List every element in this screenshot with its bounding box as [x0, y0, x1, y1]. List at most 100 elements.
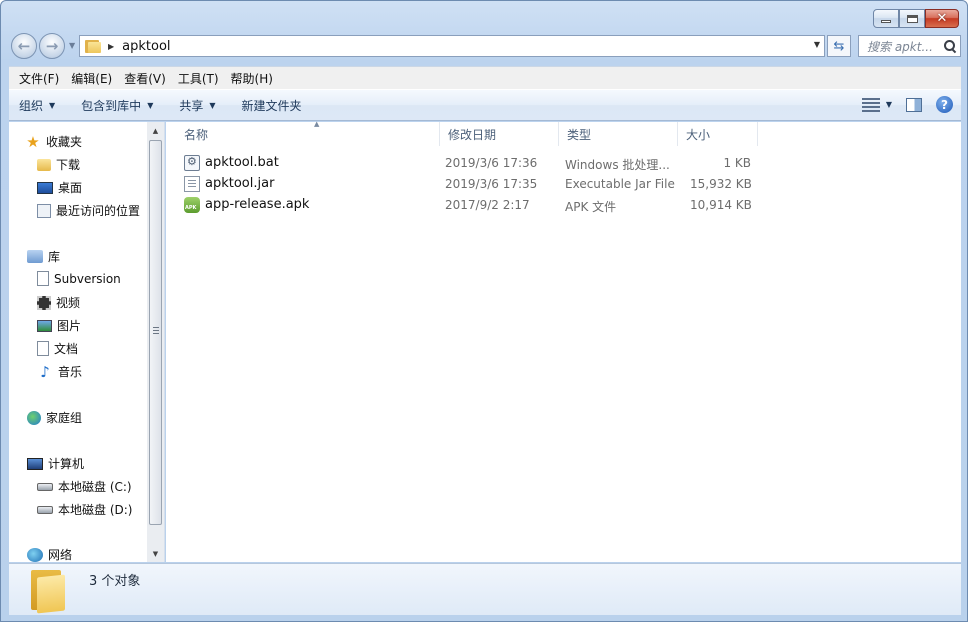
folder-icon: [85, 39, 101, 53]
column-header-type[interactable]: 类型: [559, 122, 678, 146]
file-row[interactable]: app-release.apk 2017/9/2 2:17 APK 文件 10,…: [166, 195, 756, 216]
column-header-name[interactable]: 名称 ▲: [176, 120, 440, 146]
share-button[interactable]: 共享 ▼: [179, 97, 215, 114]
chevron-down-icon: ▼: [49, 100, 56, 110]
apk-file-icon: [184, 197, 200, 213]
forward-button[interactable]: →: [39, 33, 65, 59]
file-name: app-release.apk: [205, 197, 310, 212]
include-in-library-button[interactable]: 包含到库中 ▼: [81, 97, 153, 114]
column-header-date[interactable]: 修改日期: [440, 122, 559, 146]
file-date: 2017/9/2 2:17: [445, 198, 530, 212]
minimize-button[interactable]: [873, 9, 899, 28]
nav-pictures[interactable]: 图片: [37, 317, 81, 334]
organize-button[interactable]: 组织 ▼: [19, 97, 55, 114]
caption-buttons: ✕: [873, 9, 959, 28]
search-placeholder: 搜索 apkt...: [867, 39, 933, 54]
chevron-down-icon: ▼: [209, 100, 216, 110]
close-icon: ✕: [936, 11, 948, 26]
close-button[interactable]: ✕: [925, 9, 959, 28]
search-icon[interactable]: [944, 40, 956, 52]
back-button[interactable]: ←: [11, 33, 37, 59]
nav-drive-c-label: 本地磁盘 (C:): [58, 480, 132, 494]
nav-libraries[interactable]: 库: [27, 248, 60, 265]
drive-icon: [37, 505, 53, 514]
nav-favorites-label: 收藏夹: [46, 135, 83, 149]
preview-pane-icon[interactable]: [906, 97, 922, 112]
breadcrumb-apktool[interactable]: apktool: [122, 39, 170, 54]
file-row[interactable]: apktool.bat 2019/3/6 17:36 Windows 批处理..…: [166, 153, 756, 174]
address-bar[interactable]: ▶ apktool ▼: [79, 35, 825, 57]
nav-homegroup-label: 家庭组: [46, 411, 83, 425]
recent-pages-dropdown-icon[interactable]: ▼: [69, 41, 75, 50]
file-name: apktool.jar: [205, 176, 275, 191]
file-date: 2019/3/6 17:35: [445, 177, 538, 191]
nav-downloads-label: 下载: [56, 158, 81, 172]
system-drive-icon: [37, 482, 53, 491]
column-type-label: 类型: [567, 127, 592, 142]
menu-help[interactable]: 帮助(H): [225, 70, 279, 87]
column-header-size[interactable]: 大小: [678, 122, 758, 146]
nav-drive-c[interactable]: 本地磁盘 (C:): [37, 478, 132, 495]
scrollbar-thumb[interactable]: [149, 140, 162, 525]
minimize-icon: [881, 20, 891, 23]
share-label: 共享: [179, 98, 204, 113]
scroll-up-icon[interactable]: ▲: [147, 122, 164, 139]
view-options-chevron-icon[interactable]: ▼: [886, 100, 892, 109]
new-folder-button[interactable]: 新建文件夹: [242, 97, 302, 114]
nav-computer-label: 计算机: [48, 457, 85, 471]
nav-documents[interactable]: 文档: [37, 340, 78, 357]
nav-subversion-label: Subversion: [54, 271, 121, 286]
scrollbar-grip-icon: [153, 327, 159, 334]
address-dropdown-icon[interactable]: ▼: [814, 40, 820, 49]
details-pane: 3 个对象: [9, 563, 961, 615]
nav-libraries-label: 库: [48, 250, 61, 264]
desktop-icon: [37, 181, 53, 194]
breadcrumb-arrow-icon[interactable]: ▶: [108, 42, 114, 51]
nav-subversion[interactable]: Subversion: [37, 271, 121, 286]
file-type: Windows 批处理...: [565, 158, 670, 172]
navigation-pane: ★ 收藏夹 下载 桌面 最近访问的位置 库 Subversion 视频 图片 文档…: [9, 122, 165, 562]
scroll-down-icon[interactable]: ▼: [147, 545, 164, 562]
pictures-icon: [37, 319, 52, 332]
nav-desktop[interactable]: 桌面: [37, 179, 82, 196]
file-date: 2019/3/6 17:36: [445, 156, 538, 170]
menu-edit[interactable]: 编辑(E): [65, 70, 118, 87]
menu-bar: 文件(F) 编辑(E) 查看(V) 工具(T) 帮助(H): [9, 66, 961, 89]
jar-file-icon: [184, 176, 200, 192]
help-icon[interactable]: ?: [936, 96, 953, 113]
back-arrow-icon: ←: [17, 37, 31, 55]
column-name-label: 名称: [184, 127, 209, 142]
maximize-icon: [906, 14, 918, 23]
menu-view[interactable]: 查看(V): [118, 70, 172, 87]
music-note-icon: ♪: [40, 362, 50, 381]
nav-desktop-label: 桌面: [58, 181, 83, 195]
nav-network-label: 网络: [48, 548, 73, 562]
nav-drive-d[interactable]: 本地磁盘 (D:): [37, 501, 132, 518]
nav-network[interactable]: 网络: [27, 546, 72, 563]
nav-computer[interactable]: 计算机: [27, 455, 84, 472]
search-input[interactable]: 搜索 apkt...: [858, 35, 961, 57]
file-type: APK 文件: [565, 200, 617, 214]
menu-file[interactable]: 文件(F): [13, 70, 65, 87]
nav-recent[interactable]: 最近访问的位置: [37, 202, 140, 219]
nav-music[interactable]: ♪ 音乐: [37, 362, 82, 381]
nav-downloads[interactable]: 下载: [37, 156, 80, 173]
batch-file-icon: [184, 155, 200, 171]
network-icon: [27, 547, 43, 562]
view-controls: ▼ ?: [861, 96, 953, 113]
maximize-button[interactable]: [899, 9, 925, 28]
nav-favorites[interactable]: ★ 收藏夹: [25, 133, 83, 151]
nav-pictures-label: 图片: [57, 319, 82, 333]
nav-scrollbar[interactable]: ▲ ▼: [147, 122, 164, 562]
refresh-button[interactable]: ⇆: [827, 35, 851, 57]
nav-drive-d-label: 本地磁盘 (D:): [58, 503, 133, 517]
change-view-icon[interactable]: [861, 97, 880, 112]
nav-videos[interactable]: 视频: [37, 294, 80, 311]
include-in-library-label: 包含到库中: [81, 98, 142, 113]
file-row[interactable]: apktool.jar 2019/3/6 17:35 Executable Ja…: [166, 174, 756, 195]
recent-places-icon: [37, 203, 51, 218]
nav-homegroup[interactable]: 家庭组: [27, 409, 82, 426]
nav-documents-label: 文档: [54, 342, 79, 356]
menu-tools[interactable]: 工具(T): [172, 70, 225, 87]
subversion-icon: [37, 271, 49, 286]
